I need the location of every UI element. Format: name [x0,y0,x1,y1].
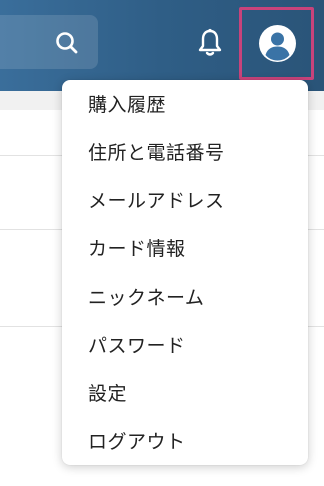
menu-item-logout[interactable]: ログアウト [62,417,308,463]
menu-item-nickname[interactable]: ニックネーム [62,273,308,319]
menu-item-card-info[interactable]: カード情報 [62,224,308,270]
menu-item-address-phone[interactable]: 住所と電話番号 [62,128,308,174]
user-avatar-icon [259,25,296,62]
menu-item-email[interactable]: メールアドレス [62,176,308,222]
menu-item-settings[interactable]: 設定 [62,369,308,415]
bell-icon[interactable] [197,28,223,58]
menu-item-password[interactable]: パスワード [62,321,308,367]
top-app-bar [0,0,324,91]
search-field[interactable] [0,15,98,69]
menu-item-purchase-history[interactable]: 購入履歴 [62,80,308,126]
account-dropdown-menu: 購入履歴 住所と電話番号 メールアドレス カード情報 ニックネーム パスワード … [62,80,308,465]
account-button[interactable] [239,7,314,80]
search-icon[interactable] [54,30,80,56]
